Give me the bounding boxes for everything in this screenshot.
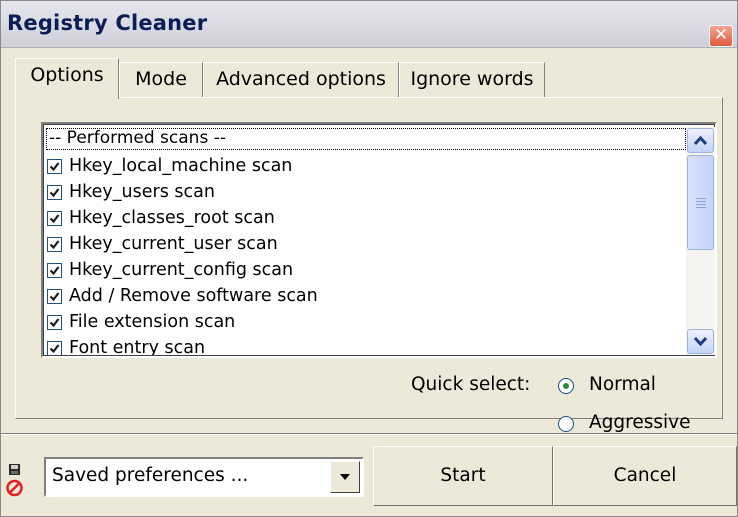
checkbox[interactable] xyxy=(47,289,62,304)
registry-cleaner-window: Registry Cleaner ✕ Options Mode Advanced… xyxy=(0,0,738,517)
checkbox[interactable] xyxy=(47,315,62,330)
chevron-down-icon xyxy=(340,474,350,480)
grip-line xyxy=(696,201,706,202)
tab-ignore-words-label: Ignore words xyxy=(410,68,534,90)
footer-divider xyxy=(1,433,737,435)
tab-options-label: Options xyxy=(30,64,104,86)
checkbox[interactable] xyxy=(47,237,62,252)
tab-ignore-words[interactable]: Ignore words xyxy=(399,62,545,97)
checkbox[interactable] xyxy=(47,211,62,226)
grip-line xyxy=(696,198,706,199)
grip-line xyxy=(696,204,706,205)
scan-item-label: Font entry scan xyxy=(69,338,206,355)
tab-advanced-options[interactable]: Advanced options xyxy=(203,62,399,97)
tab-mode[interactable]: Mode xyxy=(119,62,203,97)
scan-item-label: Hkey_users scan xyxy=(69,182,215,202)
check-icon xyxy=(49,266,60,276)
start-button[interactable]: Start xyxy=(373,446,553,506)
saved-preferences-value: Saved preferences ... xyxy=(52,465,249,486)
radio-normal-label[interactable]: Normal xyxy=(589,374,656,395)
quick-select-label: Quick select: xyxy=(411,374,531,395)
radio-dot xyxy=(563,383,569,389)
chevron-down-icon xyxy=(693,336,708,347)
checkbox[interactable] xyxy=(47,341,62,355)
scan-item-label: Hkey_current_user scan xyxy=(69,234,278,254)
scan-item-label: File extension scan xyxy=(69,312,236,332)
radio-normal[interactable] xyxy=(558,378,574,394)
scan-item-label: Add / Remove software scan xyxy=(69,286,318,306)
radio-aggressive[interactable] xyxy=(558,416,574,432)
performed-scans-list[interactable]: -- Performed scans -- Hkey_local_machine… xyxy=(41,122,717,358)
scroll-down-button[interactable] xyxy=(687,329,714,354)
close-button[interactable]: ✕ xyxy=(709,25,733,47)
scan-item-label: Hkey_current_config scan xyxy=(69,260,294,280)
close-icon: ✕ xyxy=(713,25,729,45)
check-icon xyxy=(49,344,60,354)
dropdown-button[interactable] xyxy=(330,461,360,493)
scan-item-label: Hkey_local_machine scan xyxy=(69,156,293,176)
chevron-up-icon xyxy=(693,135,708,146)
list-header: -- Performed scans -- xyxy=(46,128,686,150)
tab-mode-label: Mode xyxy=(135,68,187,90)
scroll-thumb[interactable] xyxy=(687,155,714,250)
tab-advanced-options-label: Advanced options xyxy=(216,68,386,90)
window-title: Registry Cleaner xyxy=(7,11,208,35)
check-icon xyxy=(49,214,60,224)
checkbox[interactable] xyxy=(47,159,62,174)
radio-aggressive-label[interactable]: Aggressive xyxy=(589,412,690,433)
save-preferences-icon[interactable] xyxy=(6,463,34,499)
check-icon xyxy=(49,162,60,172)
checkbox[interactable] xyxy=(47,185,62,200)
vertical-scrollbar[interactable] xyxy=(686,127,715,355)
grip-line xyxy=(696,207,706,208)
check-icon xyxy=(49,240,60,250)
cancel-button[interactable]: Cancel xyxy=(553,446,737,506)
saved-preferences-dropdown[interactable]: Saved preferences ... xyxy=(44,457,364,497)
title-bar[interactable]: Registry Cleaner ✕ xyxy=(1,1,737,48)
scan-list-viewport: -- Performed scans -- Hkey_local_machine… xyxy=(46,127,686,355)
scroll-up-button[interactable] xyxy=(687,128,714,153)
check-icon xyxy=(49,188,60,198)
check-icon xyxy=(49,292,60,302)
check-icon xyxy=(49,318,60,328)
checkbox[interactable] xyxy=(47,263,62,278)
tab-options[interactable]: Options xyxy=(15,58,119,99)
start-button-label: Start xyxy=(440,465,486,486)
scan-item-label: Hkey_classes_root scan xyxy=(69,208,275,228)
cancel-button-label: Cancel xyxy=(613,465,677,486)
